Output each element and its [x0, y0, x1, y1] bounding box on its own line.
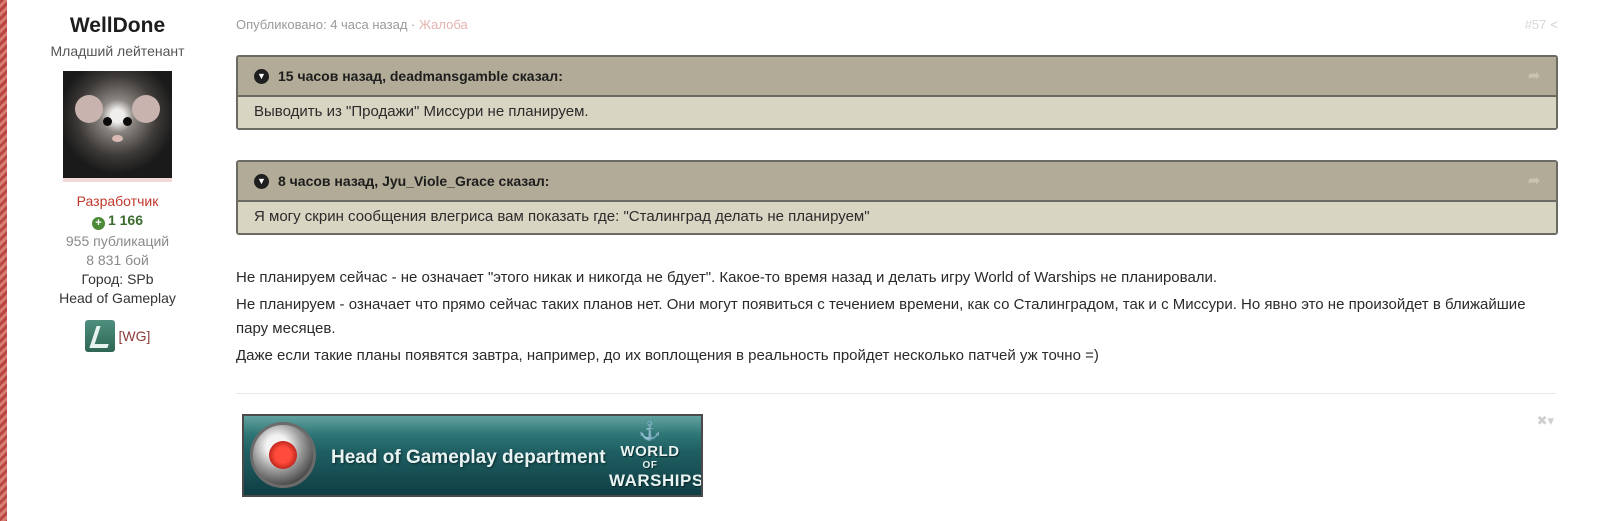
quote-header: ▼ 15 часов назад, deadmansgamble сказал:…	[238, 57, 1556, 97]
chevron-down-circle-icon[interactable]: ▼	[254, 68, 269, 84]
wargaming-logo-core	[269, 441, 297, 469]
close-icon[interactable]: ✖▾	[1537, 413, 1554, 429]
report-link[interactable]: Жалоба	[419, 17, 468, 32]
author-clan[interactable]: [WG]	[40, 320, 195, 352]
author-rank: Младший лейтенант	[50, 43, 185, 59]
content-paragraph: Не планируем - означает что прямо сейчас…	[236, 296, 1526, 337]
signature-divider	[236, 393, 1556, 394]
avatar-eye-right	[123, 117, 132, 126]
reputation-value: 1 166	[107, 212, 144, 228]
quote-block: ▼ 8 часов назад, Jyu_Viole_Grace сказал:…	[236, 160, 1558, 235]
chevron-down-circle-icon[interactable]: ▼	[254, 173, 269, 189]
share-icon[interactable]: <	[1550, 17, 1558, 32]
clan-emblem-icon[interactable]	[84, 320, 115, 352]
meta-separator: ·	[407, 17, 419, 32]
avatar-ear-right	[132, 95, 160, 123]
author-title: Head of Gameplay	[59, 290, 176, 306]
content-paragraph: Даже если такие планы появятся завтра, н…	[236, 347, 1099, 364]
quote-citation: 8 часов назад, Jyu_Viole_Grace сказал:	[278, 173, 550, 189]
page-edge-stripe	[0, 0, 7, 521]
avatar-eye-left	[103, 117, 112, 126]
post-published: Опубликовано: 4 часа назад	[236, 17, 408, 32]
author-name[interactable]: WellDone	[40, 14, 195, 38]
plus-circle-icon: +	[91, 217, 105, 230]
world-of-warships-logo: ⚓ WORLD OF WARSHIPS	[609, 420, 703, 492]
avatar-ear-left	[75, 95, 103, 123]
logo-line: WORLD	[620, 443, 680, 460]
author-group: Разработчик	[76, 193, 159, 209]
author-battle-count: 8 831 бой	[86, 252, 149, 268]
content-paragraph: Не планируем сейчас - не означает "этого…	[236, 269, 1218, 286]
author-post-count: 955 публикаций	[65, 233, 170, 249]
quote-block: ▼ 15 часов назад, deadmansgamble сказал:…	[236, 55, 1558, 130]
author-reputation: +1 166	[40, 212, 195, 230]
share-arrow-icon[interactable]: ➦	[1528, 172, 1540, 189]
author-city: Город: SPb	[81, 271, 154, 287]
share-arrow-icon[interactable]: ➦	[1528, 67, 1540, 84]
signature-banner: Head of Gameplay department ⚓ WORLD OF W…	[242, 414, 703, 497]
anchor-icon: ⚓	[638, 421, 662, 441]
banner-title: Head of Gameplay department	[331, 447, 606, 468]
quote-text: Выводить из "Продажи" Миссури не планиру…	[238, 97, 1556, 128]
quote-header: ▼ 8 часов назад, Jyu_Viole_Grace сказал:…	[238, 162, 1556, 202]
logo-line: OF	[642, 460, 658, 471]
wargaming-logo-icon	[250, 422, 316, 488]
post-content: Не планируем сейчас - не означает "этого…	[236, 266, 1556, 371]
quote-citation: 15 часов назад, deadmansgamble сказал:	[278, 68, 563, 84]
author-panel: WellDone Младший лейтенант Разработчик +…	[40, 14, 195, 352]
avatar-nose	[112, 135, 123, 142]
logo-line: WARSHIPS	[609, 471, 703, 490]
quote-text: Я могу скрин сообщения влегриса вам пока…	[238, 202, 1556, 233]
post-meta: Опубликовано: 4 часа назад · Жалоба	[236, 17, 468, 32]
post-number-link[interactable]: #57	[1525, 17, 1547, 32]
clan-tag[interactable]: [WG]	[119, 328, 151, 344]
avatar[interactable]	[63, 71, 172, 182]
post-number-area: #57 <	[1525, 17, 1558, 32]
